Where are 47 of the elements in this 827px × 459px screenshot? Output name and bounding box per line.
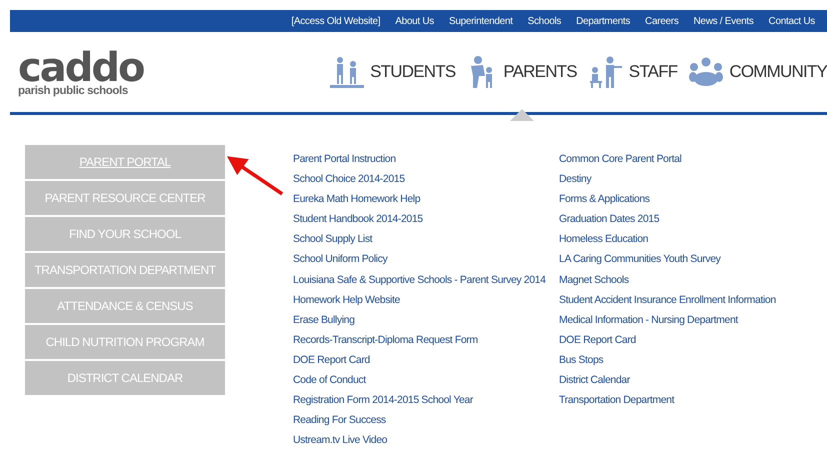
- resource-link[interactable]: DOE Report Card: [559, 330, 819, 350]
- resource-link[interactable]: School Choice 2014-2015: [293, 169, 559, 190]
- resource-link[interactable]: Student Accident Insurance Enrollment Information: [559, 290, 819, 310]
- resource-link[interactable]: District Calendar: [559, 370, 819, 390]
- resource-link[interactable]: Common Core Parent Portal: [559, 149, 819, 170]
- resource-link[interactable]: Louisiana Safe & Supportive Schools - Parent Survey 2014: [293, 270, 559, 290]
- main-nav-tab[interactable]: STAFF: [588, 56, 678, 88]
- logo[interactable]: caddo parish public schools: [18, 50, 144, 98]
- top-nav-link[interactable]: Contact Us: [768, 16, 815, 26]
- resource-link[interactable]: Erase Bullying: [293, 310, 559, 330]
- resource-link[interactable]: LA Caring Communities Youth Survey: [559, 249, 819, 270]
- main-nav-tab[interactable]: PARENTS: [467, 56, 577, 88]
- resource-link[interactable]: Graduation Dates 2015: [559, 209, 819, 230]
- top-nav-link[interactable]: Schools: [528, 16, 562, 26]
- resource-link[interactable]: Homeless Education: [559, 229, 819, 250]
- top-nav-link[interactable]: Departments: [576, 16, 630, 26]
- annotation-arrow: [227, 156, 285, 197]
- resource-link[interactable]: Reading For Success: [293, 410, 559, 430]
- resource-link[interactable]: School Supply List: [293, 229, 559, 250]
- top-nav-link[interactable]: [Access Old Website]: [291, 16, 380, 26]
- resource-link[interactable]: Destiny: [559, 169, 819, 190]
- resource-link[interactable]: School Uniform Policy: [293, 249, 559, 270]
- top-nav-link[interactable]: About Us: [395, 16, 434, 26]
- top-nav-link[interactable]: Careers: [645, 16, 679, 26]
- main-nav-tab[interactable]: COMMUNITY: [689, 57, 827, 87]
- resource-link[interactable]: DOE Report Card: [293, 350, 559, 370]
- logo-wordmark: caddo: [18, 50, 144, 84]
- main-nav-tab[interactable]: STUDENTS: [330, 56, 456, 88]
- top-nav-link[interactable]: News / Events: [694, 16, 754, 26]
- group-of-people-icon: [689, 57, 724, 87]
- top-nav-link[interactable]: Superintendent: [448, 16, 513, 26]
- resource-link[interactable]: Parent Portal Instruction: [293, 149, 559, 170]
- resource-link[interactable]: Student Handbook 2014-2015: [293, 209, 559, 230]
- teacher-and-student-icon: [588, 56, 623, 88]
- resource-link[interactable]: Bus Stops: [559, 350, 819, 370]
- resource-link[interactable]: Registration Form 2014-2015 School Year: [293, 390, 559, 410]
- resource-link[interactable]: Homework Help Website: [293, 290, 559, 310]
- resource-link[interactable]: Records-Transcript-Diploma Request Form: [293, 330, 559, 350]
- resource-link[interactable]: Transportation Department: [559, 390, 819, 410]
- resource-link[interactable]: Code of Conduct: [293, 370, 559, 390]
- resource-link[interactable]: Medical Information - Nursing Department: [559, 310, 819, 330]
- resource-link[interactable]: Forms & Applications: [559, 189, 819, 210]
- children-walking-icon: [330, 56, 364, 88]
- resource-link[interactable]: Ustream.tv Live Video: [293, 430, 559, 450]
- resource-link[interactable]: Magnet Schools: [559, 270, 819, 290]
- logo-subtitle: parish public schools: [18, 84, 128, 98]
- resource-link[interactable]: Eureka Math Homework Help: [293, 189, 559, 210]
